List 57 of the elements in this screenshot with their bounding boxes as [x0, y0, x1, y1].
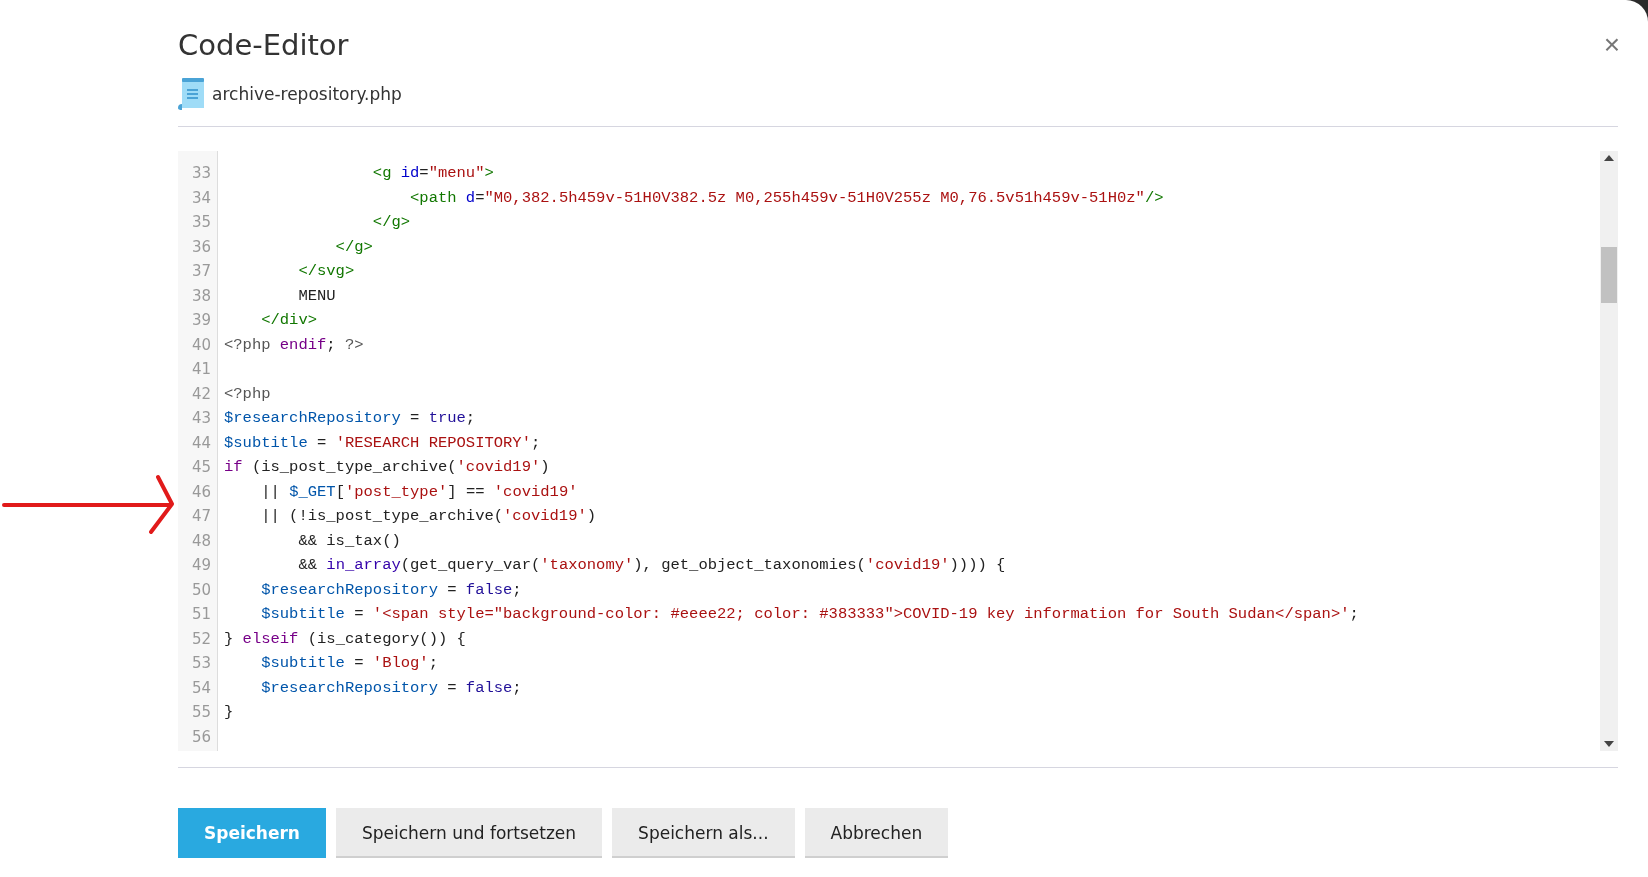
file-name: archive-repository.php — [212, 84, 402, 104]
close-button[interactable]: × — [1599, 31, 1624, 59]
code-line: $subtitle = 'RESEARCH REPOSITORY'; — [224, 432, 542, 454]
code-line: $researchRepository = false; — [260, 677, 523, 699]
code-line: || (!is_post_type_archive('covid19') — [260, 506, 598, 527]
code-line: $subtitle = '<span style="background-color: #eeee22; color: #383333">COVID-19 key information for South Sudan</span>'; — [260, 604, 1360, 625]
code-line: </g> — [334, 236, 374, 258]
scroll-up-icon[interactable] — [1604, 155, 1614, 161]
line-number: 50 — [190, 579, 212, 601]
line-number: 55 — [190, 702, 212, 723]
code-line: } elseif (is_category()) { — [224, 628, 467, 650]
code-line: && in_array(get_query_var('taxonomy'), get_object_taxonomies('covid19')))) { — [297, 555, 1007, 576]
code-line: <?php — [224, 383, 272, 405]
dialog-button[interactable]: Speichern als... — [612, 808, 795, 858]
line-number: 38 — [190, 285, 212, 307]
line-number: 36 — [190, 236, 212, 258]
line-number: 45 — [190, 457, 212, 478]
line-number: 40 — [190, 334, 212, 356]
line-number: 34 — [190, 187, 212, 209]
line-number: 44 — [190, 432, 212, 454]
code-line: if (is_post_type_archive('covid19') — [224, 457, 551, 478]
line-number: 41 — [190, 359, 212, 380]
code-line: <?php endif; ?> — [224, 334, 365, 356]
code-line: </g> — [371, 212, 412, 233]
dialog-button[interactable]: Abbrechen — [804, 808, 949, 858]
code-line: $researchRepository = true; — [224, 408, 477, 429]
code-line: && is_tax() — [297, 530, 402, 552]
line-number: 52 — [190, 628, 212, 650]
line-number: 48 — [190, 530, 212, 552]
scrollbar[interactable] — [1600, 151, 1618, 751]
code-line: </div> — [260, 310, 318, 331]
line-number: 53 — [190, 653, 212, 674]
line-number: 43 — [190, 408, 212, 429]
code-line: </svg> — [297, 261, 356, 282]
line-number: 56 — [190, 726, 212, 748]
line-number: 54 — [190, 677, 212, 699]
line-number: 39 — [190, 310, 212, 331]
code-line: || $_GET['post_type'] == 'covid19' — [260, 481, 579, 503]
line-number: 51 — [190, 604, 212, 625]
line-number: 33 — [190, 163, 212, 184]
code-line: <path d="M0,382.5h459v-51H0V382.5z M0,255h459v-51H0V255z M0,76.5v51h459v-51H0z"/> — [409, 187, 1165, 209]
line-number: 42 — [190, 383, 212, 405]
code-line: MENU — [297, 285, 337, 307]
scroll-document-icon — [178, 78, 204, 110]
code-line: $subtitle = 'Blog'; — [260, 653, 439, 674]
line-number: 35 — [190, 212, 212, 233]
dialog-title: Code-Editor — [178, 27, 349, 64]
code-line: <g id="menu"> — [371, 163, 495, 184]
code-line: } — [224, 702, 235, 723]
dialog-button[interactable]: Speichern und fortsetzen — [335, 808, 603, 858]
scrollbar-thumb[interactable] — [1601, 247, 1617, 303]
line-number: 47 — [190, 506, 212, 527]
code-line: $researchRepository = false; — [260, 579, 523, 601]
line-number: 37 — [190, 261, 212, 282]
line-number: 46 — [190, 481, 212, 503]
scroll-down-icon[interactable] — [1604, 741, 1614, 747]
line-number: 49 — [190, 555, 212, 576]
